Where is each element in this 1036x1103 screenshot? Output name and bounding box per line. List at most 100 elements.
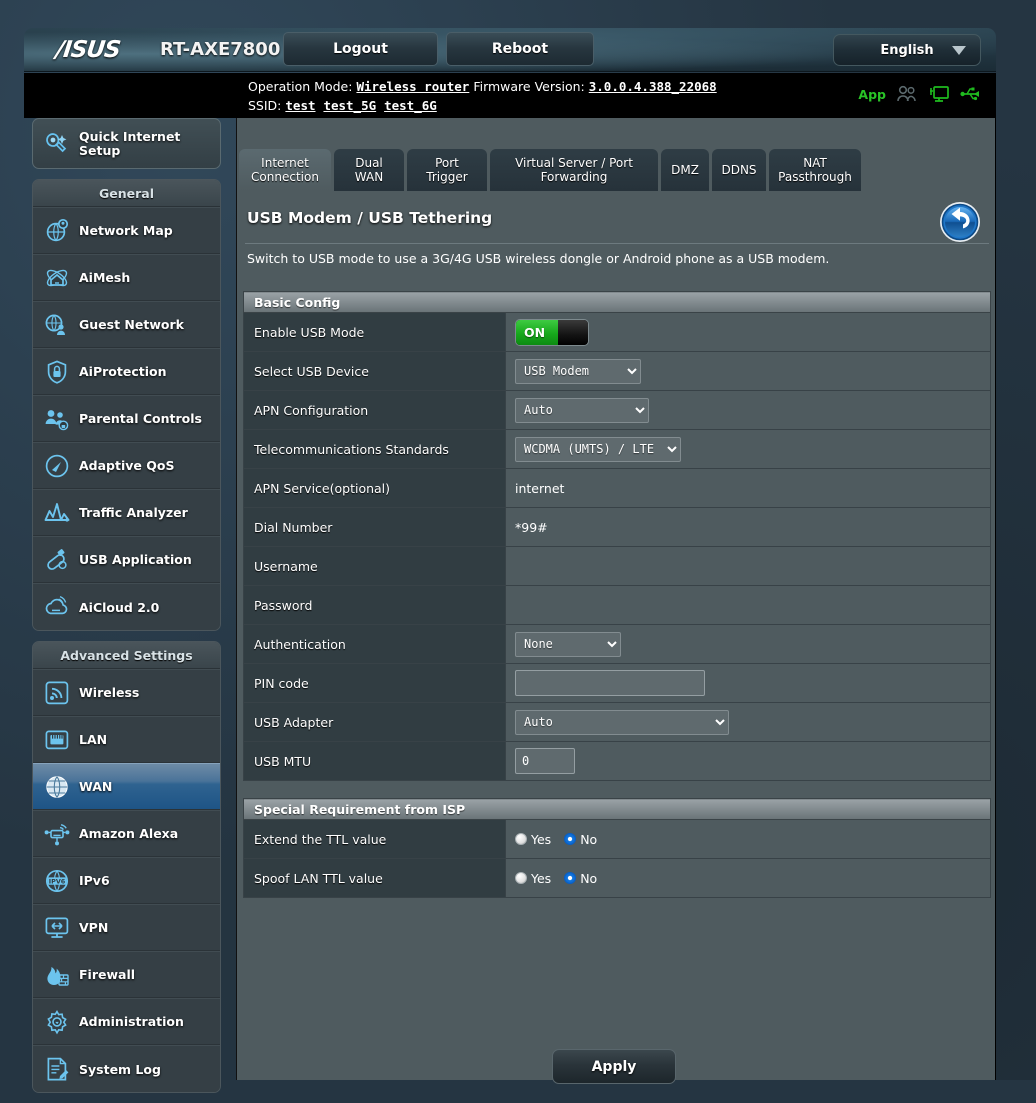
- ssid-5g[interactable]: test_5G: [323, 98, 376, 113]
- apply-button[interactable]: Apply: [552, 1049, 676, 1084]
- sidebar-item-adaptive-qos[interactable]: Adaptive QoS: [33, 442, 220, 489]
- field-value-cell: WCDMA (UMTS) / LTE: [505, 429, 991, 469]
- pin-code-input[interactable]: [515, 670, 705, 696]
- network-monitor-icon[interactable]: [928, 85, 950, 103]
- form-row: PIN code: [243, 663, 991, 703]
- field-label: Select USB Device: [243, 351, 506, 391]
- page-content: USB Modem / USB Tethering Switch to USB …: [237, 191, 997, 1084]
- usb-adapter-select[interactable]: Auto: [515, 709, 729, 735]
- section-title: Basic Config: [243, 291, 991, 313]
- tab-dual-wan[interactable]: Dual WAN: [334, 149, 404, 191]
- telecommunications-standards-select[interactable]: WCDMA (UMTS) / LTE: [515, 436, 681, 462]
- field-label: USB Adapter: [243, 702, 506, 742]
- sidebar-item-aicloud-2-0[interactable]: AiCloud 2.0: [33, 583, 220, 630]
- field-value-cell: [505, 585, 991, 625]
- usb-icon[interactable]: [960, 85, 982, 103]
- field-label: Spoof LAN TTL value: [243, 858, 506, 898]
- field-value-cell: ON: [505, 312, 991, 352]
- sidebar-item-traffic-analyzer[interactable]: Traffic Analyzer: [33, 489, 220, 536]
- sidebar-item-usb-application[interactable]: USB Application: [33, 536, 220, 583]
- form-row: Dial Number *99#: [243, 507, 991, 547]
- sidebar-item-guest-network[interactable]: Guest Network: [33, 301, 220, 348]
- sidebar-item-lan[interactable]: LAN: [33, 716, 220, 763]
- sidebar: Quick Internet Setup General Network Map A…: [32, 118, 236, 1103]
- radio-button[interactable]: [515, 872, 527, 884]
- field-value-cell: [505, 741, 991, 781]
- form-row: Spoof LAN TTL value Yes No: [243, 858, 991, 898]
- select-usb-device-select[interactable]: USB Modem: [515, 358, 641, 384]
- sidebar-item-network-map[interactable]: Network Map: [33, 207, 220, 254]
- ssid-6g[interactable]: test_6G: [384, 98, 437, 113]
- section-title: Special Requirement from ISP: [243, 798, 991, 820]
- firmware-value[interactable]: 3.0.0.4.388_22068: [589, 79, 717, 94]
- field-value-cell: *99#: [505, 507, 991, 547]
- logout-button[interactable]: Logout: [283, 32, 438, 66]
- radio-button[interactable]: [564, 872, 577, 884]
- gauge-icon: [45, 454, 69, 477]
- isp-config-header: Special Requirement from ISP: [243, 798, 991, 820]
- spoof-lan-ttl-value-option-yes[interactable]: Yes: [515, 871, 551, 886]
- tab-virtual-server-port-forwarding[interactable]: Virtual Server / Port Forwarding: [490, 149, 658, 191]
- sidebar-item-amazon-alexa[interactable]: Amazon Alexa: [33, 810, 220, 857]
- radio-button[interactable]: [515, 833, 527, 845]
- back-arrow-icon[interactable]: [939, 201, 981, 243]
- sidebar-item-label: Parental Controls: [79, 411, 202, 426]
- field-label: USB MTU: [243, 741, 506, 781]
- tab-internet-connection[interactable]: Internet Connection: [239, 149, 331, 191]
- form-row: USB Adapter Auto: [243, 702, 991, 742]
- sidebar-item-vpn[interactable]: VPN: [33, 904, 220, 951]
- reboot-button[interactable]: Reboot: [446, 32, 594, 66]
- usb-mtu-input[interactable]: [515, 748, 575, 774]
- enable-usb-mode-toggle[interactable]: ON: [515, 318, 589, 346]
- sidebar-item-firewall[interactable]: Firewall: [33, 951, 220, 998]
- field-label: Username: [243, 546, 506, 586]
- sidebar-item-system-log[interactable]: System Log: [33, 1045, 220, 1092]
- sidebar-item-label: AiCloud 2.0: [79, 599, 160, 615]
- form-row: USB MTU: [243, 741, 991, 781]
- form-row: Extend the TTL value Yes No: [243, 819, 991, 859]
- header-divider: [245, 243, 989, 244]
- tab-nat-passthrough[interactable]: NAT Passthrough: [769, 149, 861, 191]
- radio-label: No: [580, 831, 598, 847]
- sidebar-item-aimesh[interactable]: AiMesh: [33, 254, 220, 301]
- tab-ddns[interactable]: DDNS: [712, 149, 766, 191]
- sidebar-item-label: AiMesh: [79, 270, 131, 285]
- authentication-select[interactable]: None: [515, 631, 621, 657]
- form-row: Select USB Device USB Modem: [243, 351, 991, 391]
- top-bar: /ISUS RT-AXE7800 Logout Reboot English: [24, 28, 996, 72]
- clients-users-icon[interactable]: [896, 85, 918, 103]
- sidebar-item-label: Network Map: [79, 223, 173, 238]
- tab-bar: Internet Connection Dual WAN Port Trigger V…: [237, 146, 997, 191]
- extend-the-ttl-value-option-no[interactable]: No: [564, 832, 597, 847]
- sidebar-item-quick-internet-setup[interactable]: Quick Internet Setup: [32, 118, 221, 169]
- network-map-icon: [46, 218, 69, 241]
- firewall-flame-icon: [47, 966, 69, 986]
- app-label[interactable]: App: [858, 87, 886, 102]
- field-label: PIN code: [243, 663, 506, 703]
- toggle-on-label: ON: [516, 319, 558, 345]
- toggle-knob[interactable]: [558, 319, 588, 345]
- spoof-lan-ttl-value-option-no[interactable]: No: [564, 871, 597, 886]
- sidebar-item-wireless[interactable]: Wireless: [33, 669, 220, 716]
- ssid-24g[interactable]: test: [285, 98, 315, 113]
- tab-port-trigger[interactable]: Port Trigger: [407, 149, 487, 191]
- isp-config-table: Special Requirement from ISP Extend the …: [243, 798, 991, 898]
- field-label: Telecommunications Standards: [243, 429, 506, 469]
- sidebar-item-label: WAN: [79, 779, 113, 794]
- sidebar-group-title: General: [33, 180, 220, 207]
- radio-button[interactable]: [564, 833, 577, 845]
- apn-configuration-select[interactable]: Auto: [515, 397, 649, 423]
- sidebar-item-wan[interactable]: WAN: [33, 763, 220, 810]
- sidebar-item-ipv6[interactable]: IPV6 IPv6: [33, 857, 220, 904]
- sidebar-item-aiprotection[interactable]: AiProtection: [33, 348, 220, 395]
- tab-dmz[interactable]: DMZ: [661, 149, 709, 191]
- sidebar-item-parental-controls[interactable]: Parental Controls: [33, 395, 220, 442]
- quick-setup-icon: [46, 132, 67, 152]
- extend-the-ttl-value-option-yes[interactable]: Yes: [515, 832, 551, 847]
- sidebar-item-administration[interactable]: Administration: [33, 998, 220, 1045]
- operation-mode-value[interactable]: Wireless router: [356, 79, 469, 94]
- language-select[interactable]: English: [833, 34, 981, 66]
- field-value-cell: Auto: [505, 702, 991, 742]
- field-label: APN Service(optional): [243, 468, 506, 508]
- field-value-cell: USB Modem: [505, 351, 991, 391]
